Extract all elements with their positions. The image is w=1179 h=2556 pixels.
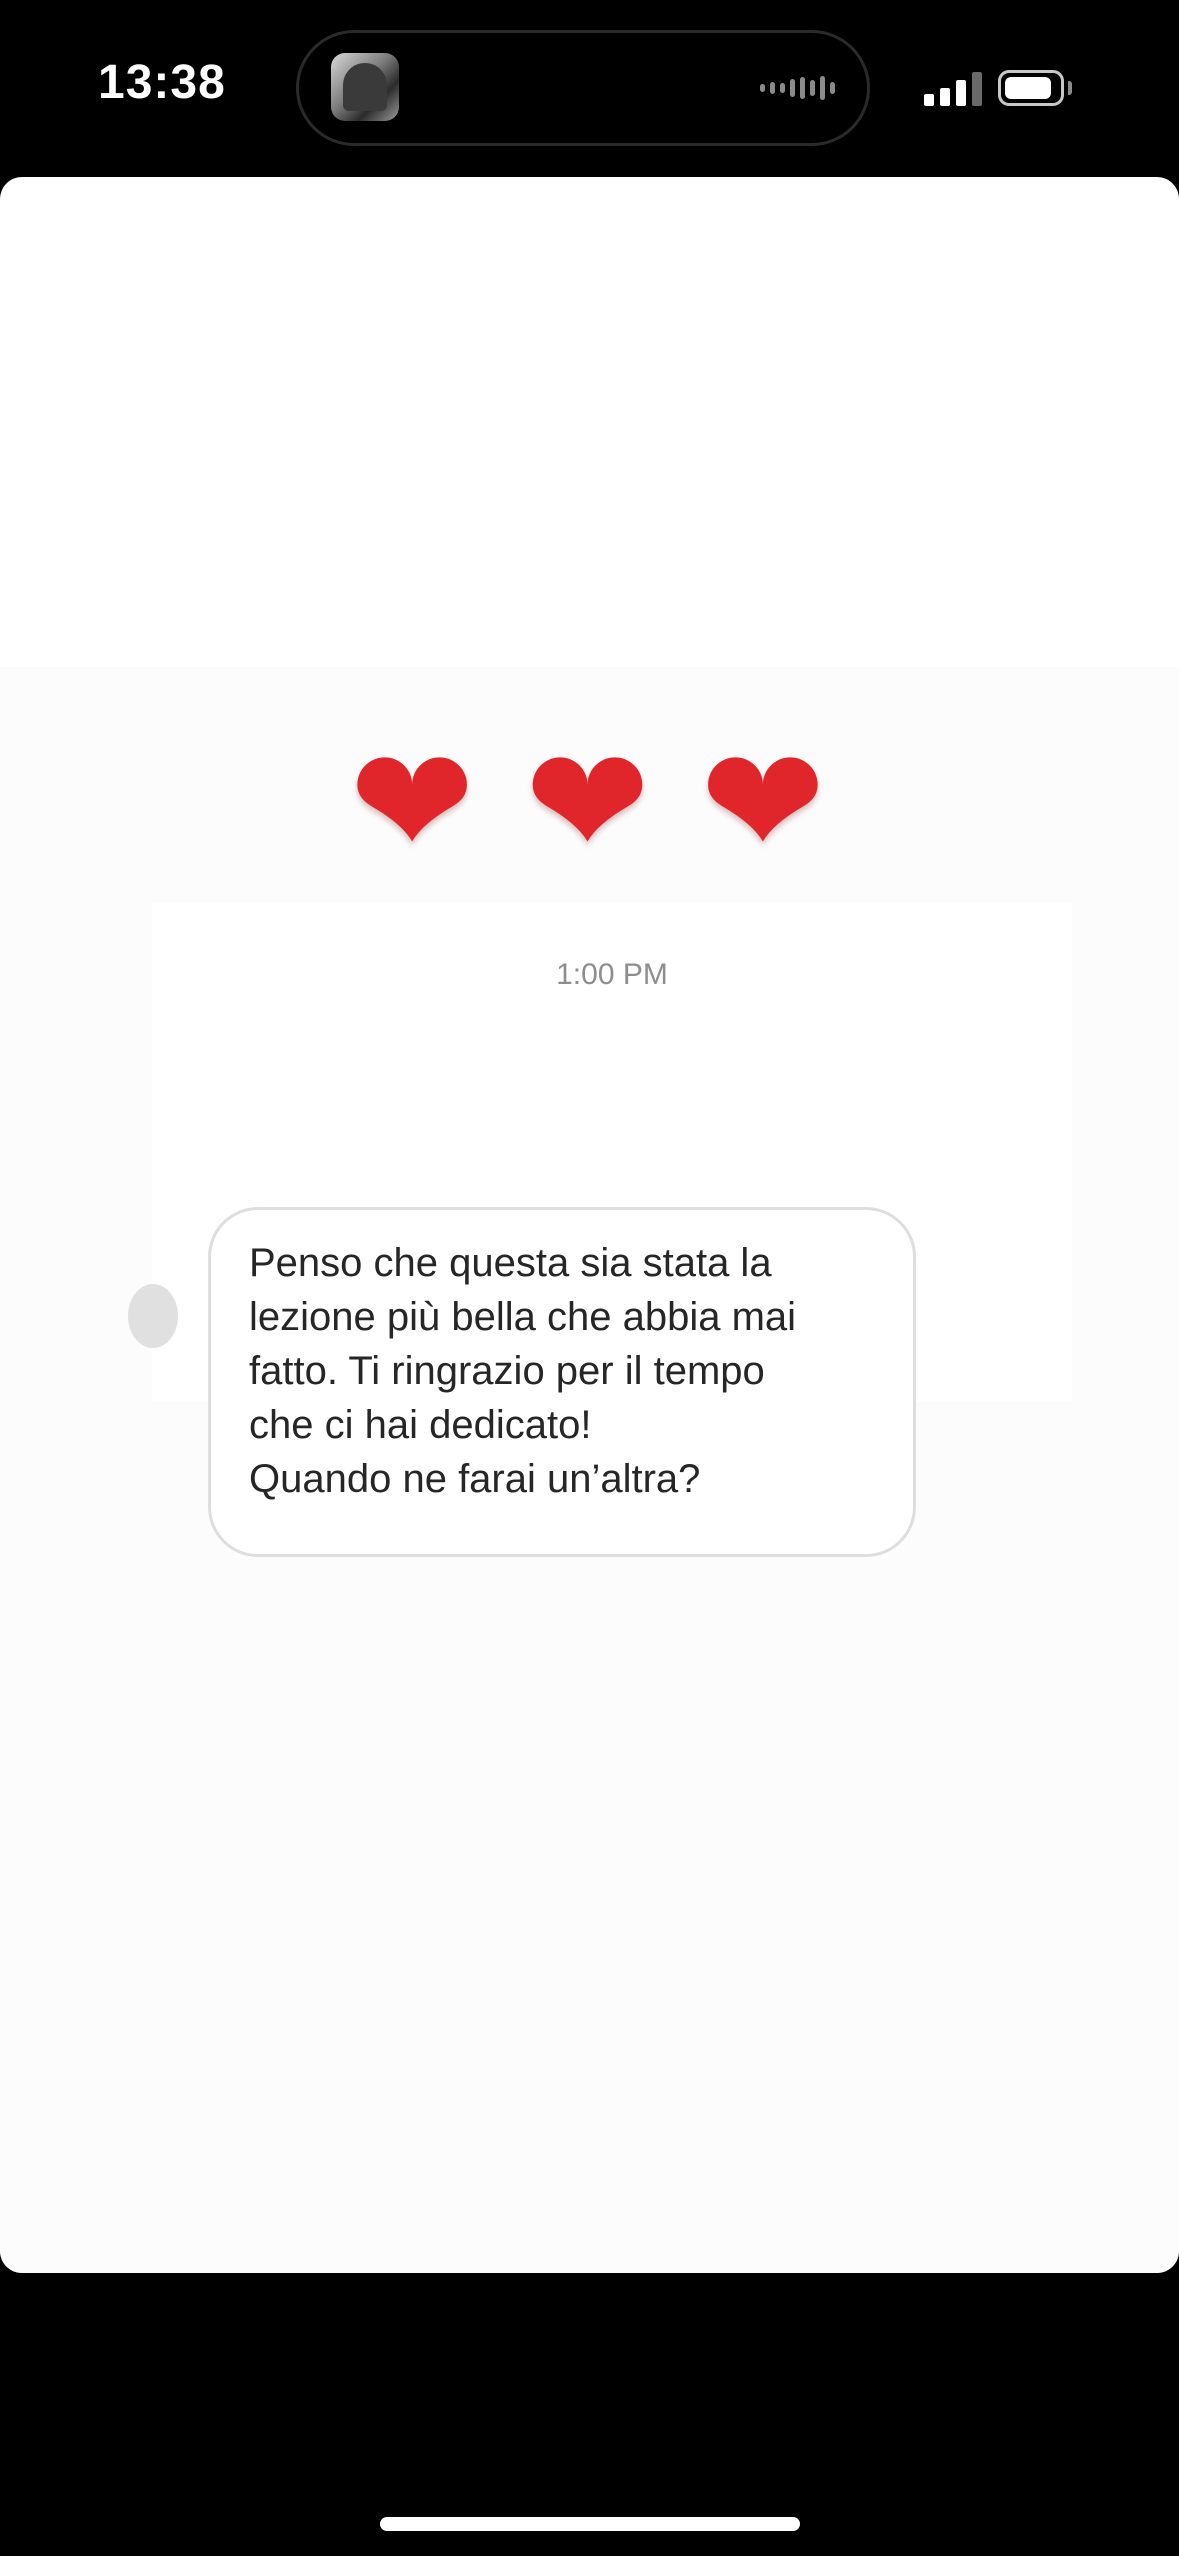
sender-avatar (128, 1284, 178, 1348)
cellular-signal-icon (924, 70, 982, 106)
story-card[interactable]: ❤ ❤ ❤ 1:00 PM Penso che questa sia stata… (0, 177, 1179, 2273)
hearts-row: ❤ ❤ ❤ (0, 722, 1179, 882)
message-bubble: Penso che questa sia stata la lezione pi… (208, 1207, 916, 1557)
battery-tip (1068, 81, 1072, 95)
now-playing-artwork[interactable] (331, 53, 399, 121)
red-heart-icon: ❤ (524, 718, 655, 886)
phone-screen: 13:38 ❤ ❤ ❤ 1:00 PM Penso che questa sia… (0, 0, 1179, 2556)
battery-level (1005, 77, 1051, 99)
audio-waveform-icon (760, 73, 835, 103)
battery-icon (998, 70, 1064, 106)
home-indicator[interactable] (380, 2517, 800, 2531)
message-screenshot: 1:00 PM Penso che questa sia stata la le… (128, 902, 1072, 1557)
red-heart-icon: ❤ (349, 718, 479, 886)
red-heart-icon: ❤ (700, 718, 830, 886)
dynamic-island[interactable] (296, 30, 870, 146)
message-timestamp: 1:00 PM (556, 958, 668, 991)
message-text: Penso che questa sia stata la lezione pi… (249, 1241, 797, 1501)
status-time: 13:38 (98, 56, 226, 109)
